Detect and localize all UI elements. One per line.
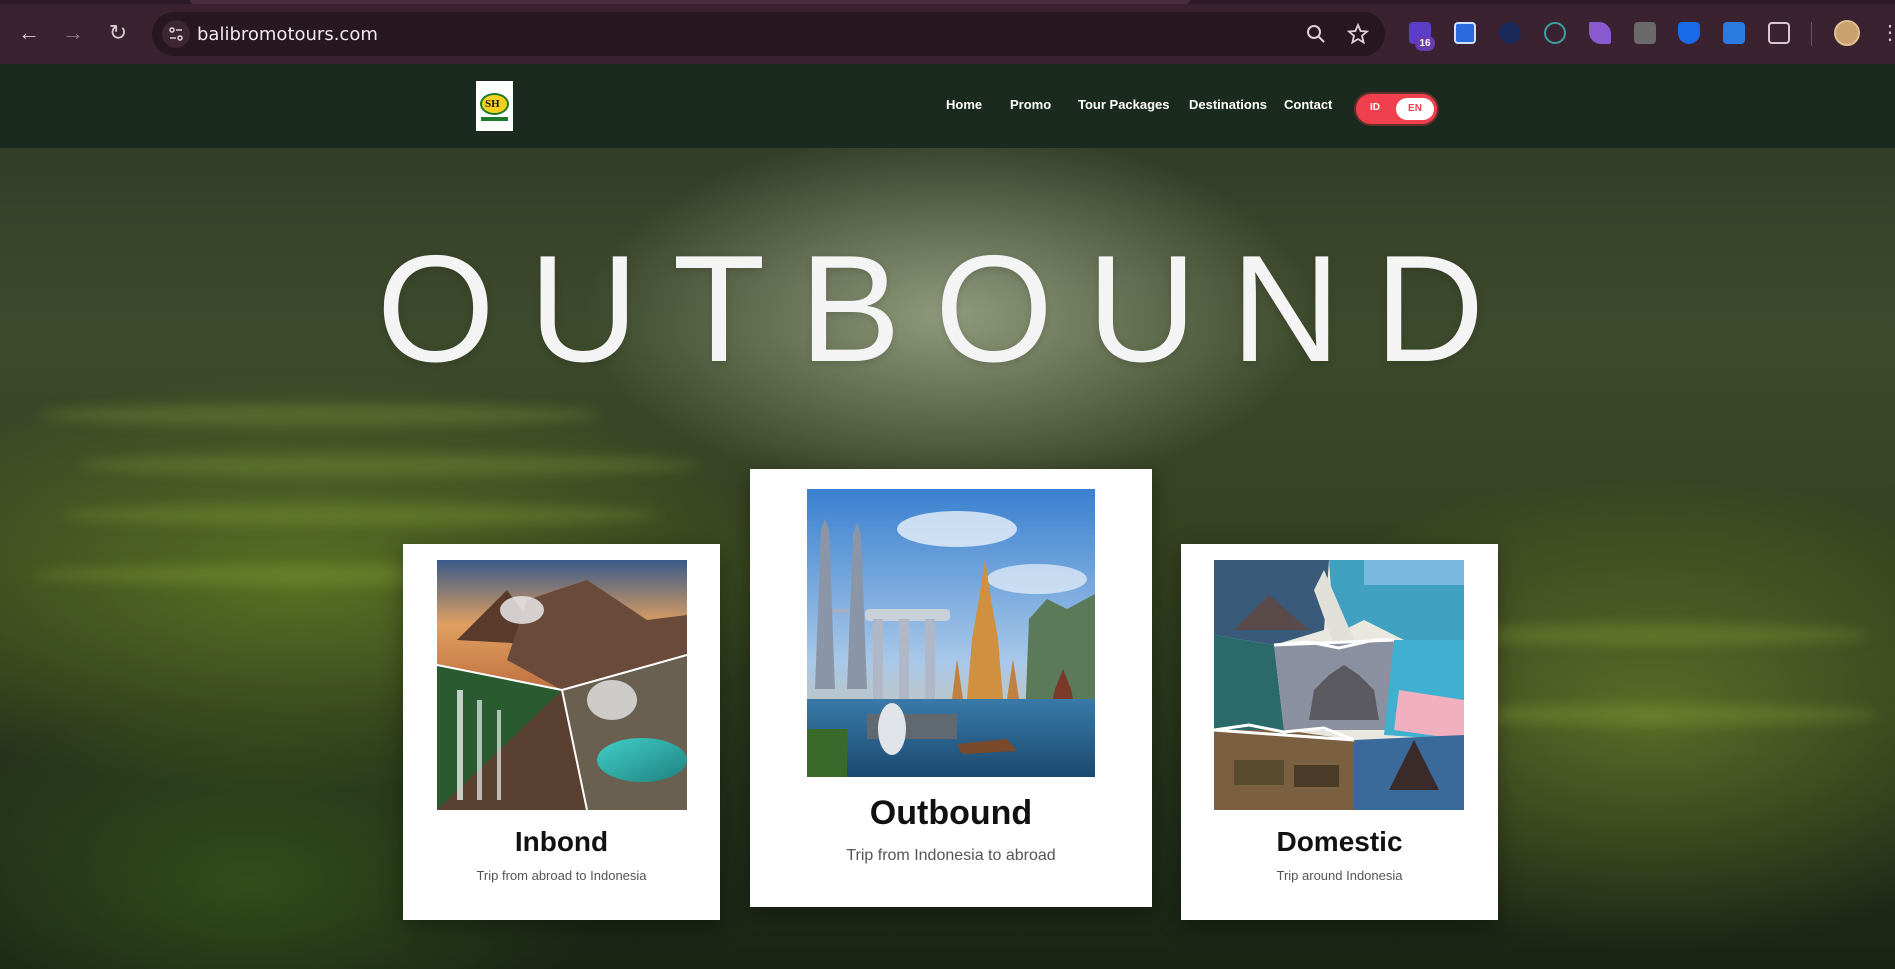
nav-promo[interactable]: Promo xyxy=(1010,97,1051,112)
card-inbond-title: Inbond xyxy=(514,826,609,857)
extension-camera-icon[interactable] xyxy=(1634,22,1656,44)
extension-shield-icon[interactable] xyxy=(1678,22,1700,44)
nav-destinations[interactable]: Destinations xyxy=(1189,97,1267,112)
card-inbond-image xyxy=(437,560,687,810)
hero-title: OUTBOUND xyxy=(376,224,1519,394)
card-outbound-subtitle: Trip from Indonesia to abroad xyxy=(846,847,1056,864)
menu-kebab-icon[interactable]: ⋮ xyxy=(1880,20,1895,46)
nav-tour-packages[interactable]: Tour Packages xyxy=(1078,97,1170,112)
card-domestic-subtitle: Trip around Indonesia xyxy=(1276,868,1403,883)
url-text: balibromotours.com xyxy=(197,24,378,45)
logo-mark: SH xyxy=(480,93,509,115)
nav-contact[interactable]: Contact xyxy=(1284,97,1332,112)
card-domestic-title: Domestic xyxy=(1276,826,1403,857)
card-outbound[interactable]: Outbound Trip from Indonesia to abroad xyxy=(750,469,1152,907)
lang-option-en[interactable]: EN xyxy=(1396,98,1434,120)
extension-react-icon[interactable] xyxy=(1544,22,1566,44)
active-tab[interactable] xyxy=(190,0,1190,4)
terrace-shape xyxy=(40,404,600,426)
extension-feather-icon[interactable] xyxy=(1589,22,1611,44)
card-outbound-title: Outbound xyxy=(869,794,1033,832)
card-outbound-image xyxy=(807,489,1095,777)
nav-home[interactable]: Home xyxy=(946,97,982,112)
back-icon[interactable]: ← xyxy=(14,18,44,48)
forward-icon[interactable]: → xyxy=(58,18,88,48)
language-toggle[interactable]: ID EN xyxy=(1356,94,1437,124)
terrace-shape xyxy=(80,454,700,476)
address-bar[interactable]: balibromotours.com xyxy=(152,12,1385,56)
site-navbar: SH Home Promo Tour Packages Destinations… xyxy=(0,64,1895,148)
terrace-shape xyxy=(60,504,660,526)
bookmark-star-icon[interactable] xyxy=(1346,22,1370,46)
browser-chrome: ← → ↻ balibromotours.com 16 ⋮ xyxy=(0,0,1895,64)
profile-avatar[interactable] xyxy=(1834,20,1860,46)
extension-badge: 16 xyxy=(1415,36,1435,51)
zoom-icon[interactable] xyxy=(1304,22,1328,46)
extensions-puzzle-icon[interactable] xyxy=(1768,22,1790,44)
extension-screen-icon[interactable] xyxy=(1454,22,1476,44)
site-logo[interactable]: SH xyxy=(476,81,513,131)
logo-strip xyxy=(481,117,508,121)
lang-option-id[interactable]: ID xyxy=(1370,102,1380,113)
logo-text: SH xyxy=(485,98,500,110)
card-domestic[interactable]: Domestic Trip around Indonesia xyxy=(1181,544,1498,920)
extension-s-icon[interactable] xyxy=(1723,22,1745,44)
terrace-shape xyxy=(1450,624,1870,646)
tab-strip xyxy=(0,0,1895,4)
card-inbond-subtitle: Trip from abroad to Indonesia xyxy=(476,868,647,883)
toolbar-separator xyxy=(1811,22,1812,46)
reload-icon[interactable]: ↻ xyxy=(103,18,133,48)
site-info-icon[interactable] xyxy=(162,20,190,48)
card-domestic-image xyxy=(1214,560,1464,810)
card-inbond[interactable]: Inbond Trip from abroad to Indonesia xyxy=(403,544,720,920)
extension-check-icon[interactable] xyxy=(1499,22,1521,44)
web-page: SH Home Promo Tour Packages Destinations… xyxy=(0,64,1895,969)
